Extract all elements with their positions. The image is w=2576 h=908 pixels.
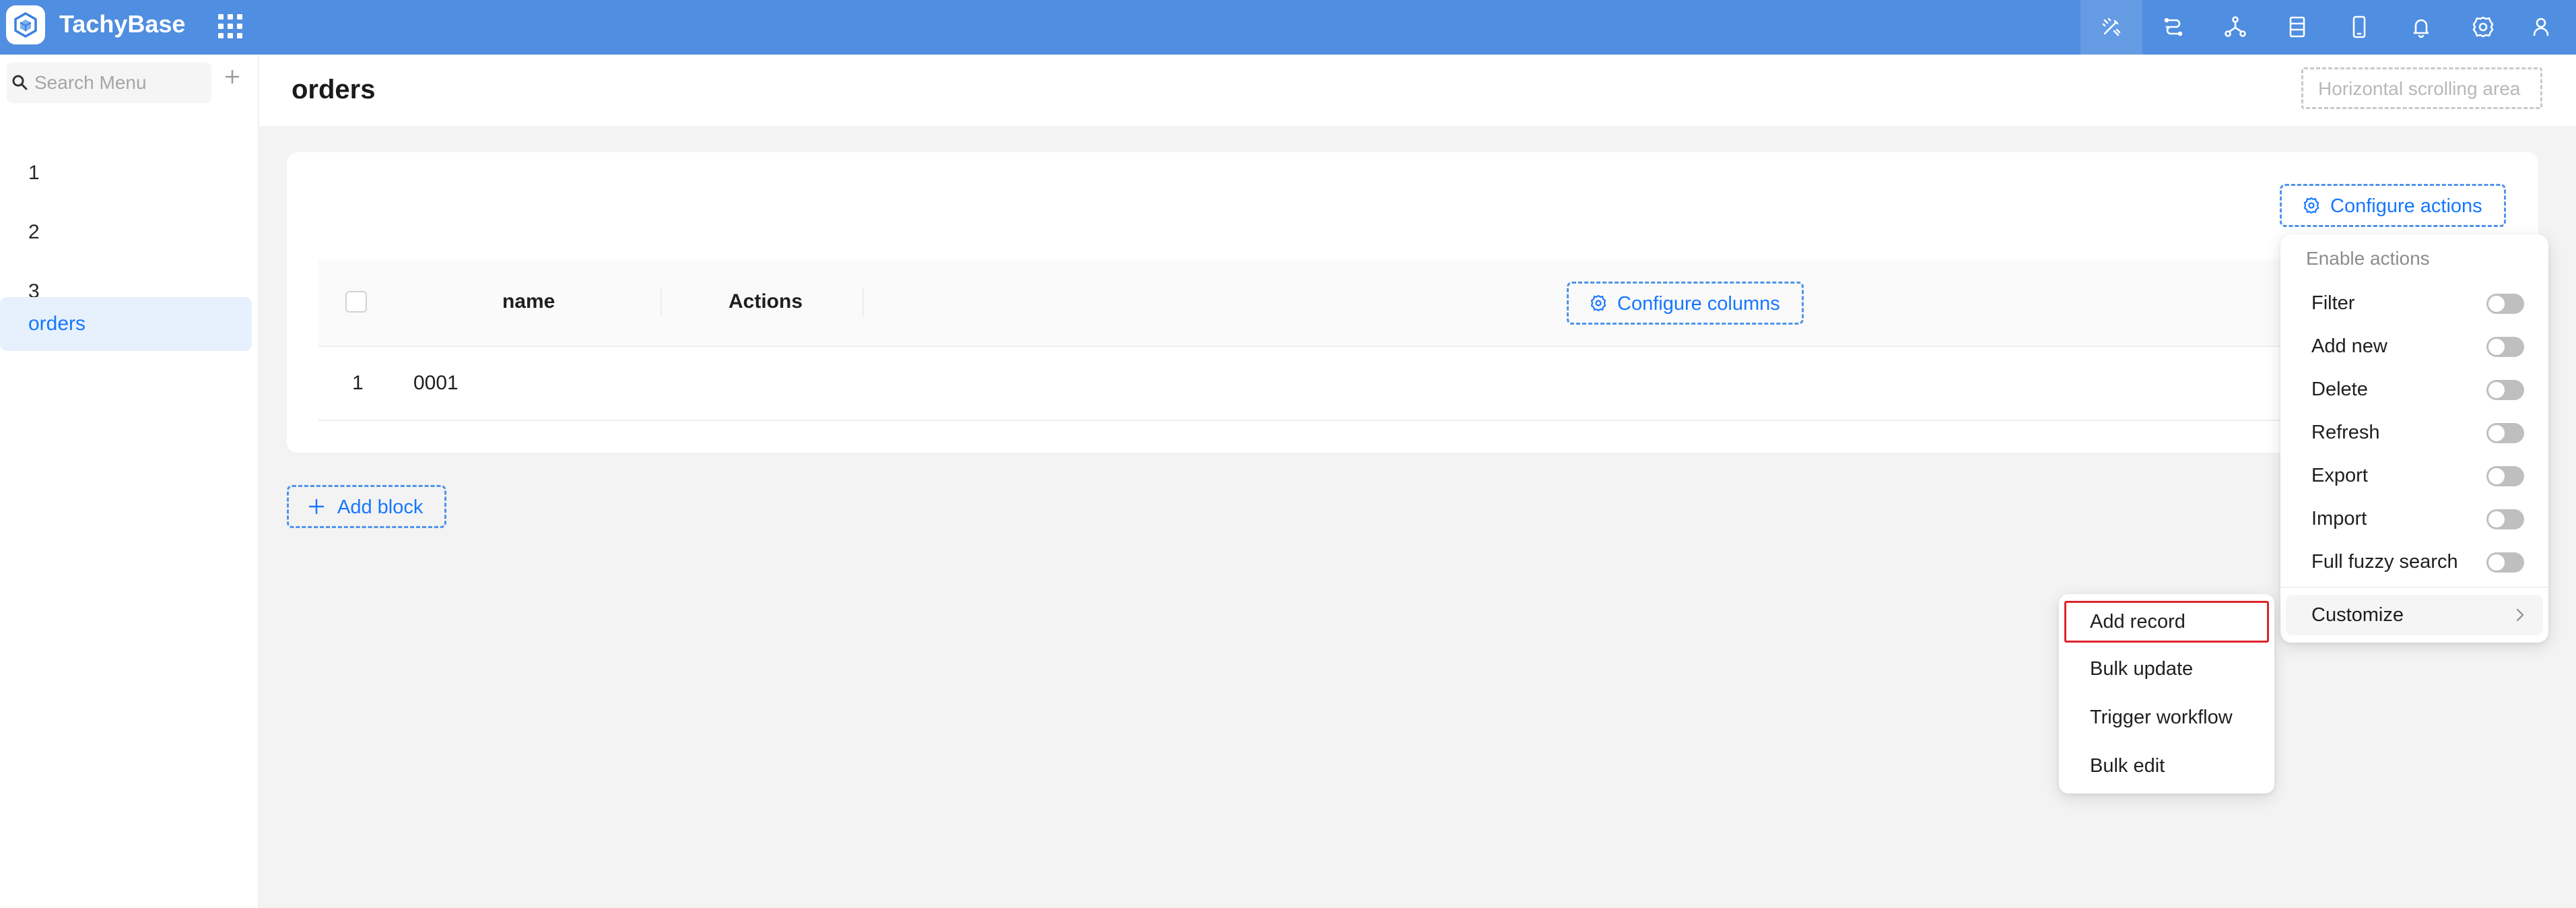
add-new-toggle[interactable] bbox=[2486, 337, 2524, 357]
submenu-label: Bulk edit bbox=[2090, 755, 2165, 777]
delete-toggle[interactable] bbox=[2486, 380, 2524, 400]
row-index: 1 bbox=[352, 372, 364, 394]
action-label: Refresh bbox=[2311, 422, 2380, 443]
submenu-item-add-record[interactable]: Add record bbox=[2064, 601, 2269, 643]
import-toggle[interactable] bbox=[2486, 509, 2524, 529]
configure-columns-label: Configure columns bbox=[1617, 293, 1780, 315]
action-label: Delete bbox=[2311, 379, 2368, 400]
plus-icon bbox=[308, 498, 325, 515]
sidebar-item-orders[interactable]: orders bbox=[0, 297, 252, 351]
page-header: orders bbox=[259, 55, 2576, 126]
cell-name: 0001 bbox=[413, 372, 459, 394]
refresh-toggle[interactable] bbox=[2486, 423, 2524, 443]
action-item-filter[interactable]: Filter bbox=[2280, 282, 2548, 325]
submenu-item-bulk-edit[interactable]: Bulk edit bbox=[2064, 745, 2269, 787]
export-toggle[interactable] bbox=[2486, 466, 2524, 486]
user-icon[interactable] bbox=[2525, 11, 2557, 43]
action-label: Export bbox=[2311, 465, 2368, 486]
customize-label: Customize bbox=[2311, 604, 2404, 626]
plugin-icon[interactable] bbox=[2157, 11, 2190, 43]
enable-actions-menu: Enable actions Filter Add new Delete Ref… bbox=[2280, 234, 2548, 643]
customize-menu-item[interactable]: Customize bbox=[2286, 595, 2543, 635]
sidebar-item-label: 2 bbox=[28, 221, 40, 243]
search-icon bbox=[12, 75, 28, 90]
add-menu-icon[interactable] bbox=[221, 65, 244, 88]
enable-actions-title: Enable actions bbox=[2306, 248, 2430, 269]
action-label: Full fuzzy search bbox=[2311, 551, 2458, 573]
submenu-label: Bulk update bbox=[2090, 658, 2194, 680]
full-fuzzy-search-toggle[interactable] bbox=[2486, 552, 2524, 573]
action-item-import[interactable]: Import bbox=[2280, 497, 2548, 540]
action-item-full-fuzzy-search[interactable]: Full fuzzy search bbox=[2280, 540, 2548, 583]
app-logo[interactable] bbox=[6, 5, 45, 44]
sidebar-menu: Search Menu 1 2 3 orders bbox=[0, 55, 259, 908]
action-item-add-new[interactable]: Add new bbox=[2280, 325, 2548, 368]
workflow-icon[interactable] bbox=[2219, 11, 2251, 43]
table-row[interactable]: 1 0001 bbox=[318, 347, 2538, 421]
submenu-label: Trigger workflow bbox=[2090, 707, 2233, 728]
search-placeholder: Search Menu bbox=[34, 72, 147, 93]
action-label: Import bbox=[2311, 508, 2367, 529]
action-label: Filter bbox=[2311, 292, 2355, 314]
gear-icon[interactable] bbox=[2467, 11, 2499, 43]
column-divider bbox=[862, 289, 864, 316]
action-label: Add new bbox=[2311, 335, 2387, 357]
app-grid-icon[interactable] bbox=[217, 13, 244, 40]
horizontal-scrolling-area[interactable]: Horizontal scrolling area bbox=[2301, 67, 2542, 109]
configure-columns-button[interactable]: Configure columns bbox=[1567, 282, 1804, 325]
action-item-delete[interactable]: Delete bbox=[2280, 368, 2548, 411]
submenu-label: Add record bbox=[2090, 611, 2185, 633]
menu-divider bbox=[2280, 587, 2548, 588]
column-divider bbox=[660, 289, 662, 316]
column-header-actions[interactable]: Actions bbox=[728, 290, 803, 313]
gear-icon bbox=[2303, 197, 2319, 214]
customize-submenu: Add record Bulk update Trigger workflow … bbox=[2059, 594, 2274, 793]
sidebar-item-label: orders bbox=[28, 313, 86, 335]
sidebar-item-label: 1 bbox=[28, 162, 40, 184]
add-block-label: Add block bbox=[337, 496, 423, 518]
mobile-icon[interactable] bbox=[2343, 11, 2375, 43]
ui-editor-icon[interactable] bbox=[2080, 0, 2142, 55]
page-title: orders bbox=[292, 75, 376, 104]
sidebar-item-1[interactable]: 1 bbox=[0, 146, 252, 200]
submenu-item-bulk-update[interactable]: Bulk update bbox=[2064, 648, 2269, 690]
column-header-name[interactable]: name bbox=[502, 290, 555, 313]
search-input[interactable]: Search Menu bbox=[7, 63, 211, 103]
chevron-right-icon bbox=[2516, 608, 2524, 622]
submenu-item-trigger-workflow[interactable]: Trigger workflow bbox=[2064, 696, 2269, 738]
sidebar-item-2[interactable]: 2 bbox=[0, 205, 252, 259]
bell-icon[interactable] bbox=[2405, 11, 2437, 43]
app-title: TachyBase bbox=[59, 10, 186, 38]
select-all-checkbox[interactable] bbox=[345, 291, 367, 313]
configure-actions-button[interactable]: Configure actions bbox=[2280, 184, 2506, 227]
add-block-button[interactable]: Add block bbox=[287, 485, 446, 528]
top-navigation-bar: TachyBase bbox=[0, 0, 2576, 55]
horizontal-scrolling-label: Horizontal scrolling area bbox=[2318, 78, 2521, 99]
action-item-refresh[interactable]: Refresh bbox=[2280, 411, 2548, 454]
table-header: name Actions bbox=[318, 259, 2538, 347]
filter-toggle[interactable] bbox=[2486, 294, 2524, 314]
data-source-icon[interactable] bbox=[2281, 11, 2313, 43]
gear-icon bbox=[1590, 294, 1606, 312]
configure-actions-label: Configure actions bbox=[2330, 195, 2482, 217]
action-item-export[interactable]: Export bbox=[2280, 454, 2548, 497]
